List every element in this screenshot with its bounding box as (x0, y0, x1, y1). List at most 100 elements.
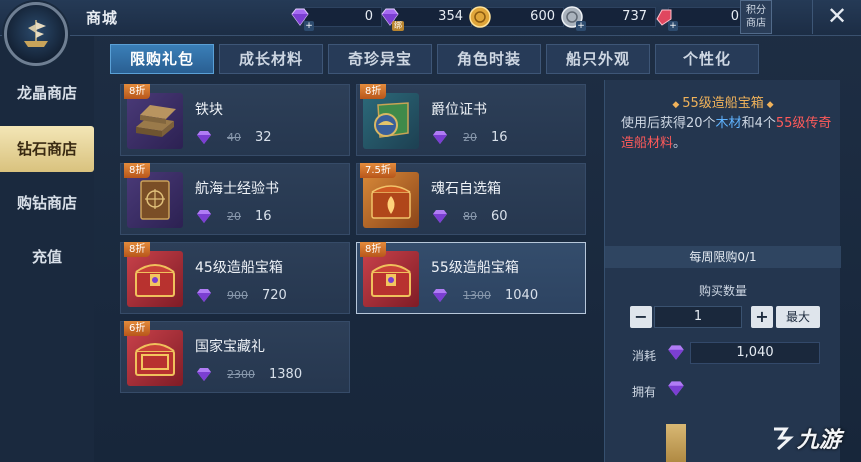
discount-badge: 8折 (124, 242, 151, 257)
desc-text: 。 (673, 136, 687, 151)
currency-value: 737 (576, 7, 656, 27)
product-name: 45级造船宝箱 (195, 260, 283, 276)
certificate-icon (363, 93, 419, 149)
red-gem-icon: + (652, 5, 678, 31)
item-detail-panel: ◆ 55级造船宝箱 ◆ 使用后获得20个木材和4个55级传奇造船材料。 每周限购… (604, 80, 841, 462)
sidebar-item-diamond-shop[interactable]: 钻石商店 (0, 126, 94, 172)
purple-gem-icon (197, 210, 211, 223)
watermark-logo-icon (774, 427, 794, 451)
currency-gold[interactable]: 600 (468, 5, 564, 29)
detail-title-deco: ◆ (672, 100, 683, 110)
product-card-lv55-shipbuilding-chest[interactable]: 8折 55级造船宝箱 1300 1040 (356, 242, 586, 314)
purple-gem-icon (433, 210, 447, 223)
original-price: 20 (463, 130, 477, 144)
sidebar: 龙晶商店 钻石商店 购钻商店 充值 (0, 36, 94, 462)
soulstone-chest-icon (363, 172, 419, 228)
detail-title-deco: ◆ (763, 100, 774, 110)
product-card-lv45-shipbuilding-chest[interactable]: 8折 45级造船宝箱 900 720 (120, 242, 350, 314)
ship-logo-icon (4, 2, 68, 66)
add-icon: + (576, 21, 586, 31)
price-row: 40 32 (195, 127, 272, 147)
original-price: 900 (227, 288, 248, 302)
currency-value: 0 (304, 7, 382, 27)
shop-window: 商城 + 0 绑 354 600 + 737 + 0 积分 商店 ✕ 龙晶商店 … (0, 0, 861, 462)
tab-limited-packs[interactable]: 限购礼包 (110, 44, 214, 74)
product-card-navigator-exp-book[interactable]: 8折 航海士经验书 20 16 (120, 163, 350, 235)
discount-badge: 7.5折 (360, 163, 396, 178)
discount-badge: 8折 (360, 84, 387, 99)
page-title: 商城 (86, 9, 119, 27)
desc-wood: 木材 (715, 116, 742, 131)
treasure-chest-icon (363, 251, 419, 307)
original-price: 1300 (463, 288, 491, 302)
sidebar-item-buy-diamond-shop[interactable]: 购钻商店 (0, 180, 94, 226)
product-card-peerage-certificate[interactable]: 8折 爵位证书 20 16 (356, 84, 586, 156)
sale-price: 1040 (505, 287, 539, 303)
points-shop-label: 积分 (746, 5, 766, 16)
owned-label: 拥有 (632, 385, 657, 399)
increase-quantity-button[interactable]: + (751, 306, 773, 328)
tab-growth-materials[interactable]: 成长材料 (219, 44, 323, 74)
discount-badge: 8折 (124, 163, 151, 178)
gold-coin-icon (468, 5, 492, 29)
original-price: 2300 (227, 367, 255, 381)
price-row: 900 720 (195, 285, 287, 305)
purple-gem-icon: + (288, 5, 314, 31)
currency-purple-gem[interactable]: + 0 (288, 5, 382, 31)
purple-gem-icon (197, 368, 211, 381)
detail-title: ◆ 55级造船宝箱 ◆ (605, 92, 841, 111)
price-row: 20 16 (195, 206, 272, 226)
product-card-soulstone-chest[interactable]: 7.5折 魂石自选箱 80 60 (356, 163, 586, 235)
top-bar: 商城 + 0 绑 354 600 + 737 + 0 积分 商店 ✕ (0, 0, 861, 36)
original-price: 80 (463, 209, 477, 223)
sidebar-item-dragon-crystal-shop[interactable]: 龙晶商店 (0, 70, 94, 116)
discount-badge: 8折 (124, 84, 151, 99)
max-quantity-button[interactable]: 最大 (776, 306, 820, 328)
sale-price: 16 (491, 129, 508, 145)
currency-value: 0 (668, 7, 748, 27)
purple-gem-icon (433, 289, 447, 302)
add-icon: + (304, 21, 314, 31)
purple-gem-icon (197, 289, 211, 302)
sidebar-item-recharge[interactable]: 充值 (0, 234, 94, 280)
book-icon (127, 172, 183, 228)
purple-gem-icon (433, 131, 447, 144)
product-card-iron[interactable]: 8折 铁块 40 32 (120, 84, 350, 156)
currency-red-gem[interactable]: + 0 (652, 5, 748, 31)
currency-silver[interactable]: + 737 (560, 5, 656, 31)
cost-value: 1,040 (690, 342, 820, 364)
bound-tag: 绑 (392, 21, 404, 31)
buy-button[interactable] (666, 424, 686, 462)
tab-personalization[interactable]: 个性化 (655, 44, 759, 74)
detail-title-text: 55级造船宝箱 (682, 96, 764, 111)
watermark: 九游 (770, 418, 856, 458)
product-card-national-treasure-gift[interactable]: 6折 国家宝藏礼 2300 1380 (120, 321, 350, 393)
sale-price: 16 (255, 208, 272, 224)
sale-price: 32 (255, 129, 272, 145)
purple-gem-icon (668, 345, 684, 360)
points-shop-button[interactable]: 积分 商店 (740, 0, 772, 34)
weekly-limit: 每周限购0/1 (605, 246, 841, 268)
treasure-chest-icon (127, 251, 183, 307)
currency-value: 600 (484, 7, 564, 27)
tab-character-fashion[interactable]: 角色时装 (437, 44, 541, 74)
tab-rare-treasures[interactable]: 奇珍异宝 (328, 44, 432, 74)
desc-text: 使用后获得20个 (621, 116, 716, 131)
silver-coin-icon: + (560, 5, 586, 31)
price-row: 2300 1380 (195, 364, 302, 384)
quantity-input[interactable]: 1 (654, 306, 742, 328)
tab-ship-appearance[interactable]: 船只外观 (546, 44, 650, 74)
sale-price: 1380 (269, 366, 303, 382)
price-row: 80 60 (431, 206, 508, 226)
product-name: 国家宝藏礼 (195, 339, 265, 355)
add-icon: + (668, 21, 678, 31)
currency-value: 354 (394, 7, 472, 27)
purple-gem-icon (668, 381, 684, 396)
sale-price: 60 (491, 208, 508, 224)
decrease-quantity-button[interactable]: − (630, 306, 652, 328)
original-price: 20 (227, 209, 241, 223)
close-button[interactable]: ✕ (812, 0, 861, 34)
points-shop-label: 商店 (746, 18, 766, 29)
detail-description: 使用后获得20个木材和4个55级传奇造船材料。 (621, 114, 833, 154)
currency-bound-gem[interactable]: 绑 354 (378, 5, 472, 31)
